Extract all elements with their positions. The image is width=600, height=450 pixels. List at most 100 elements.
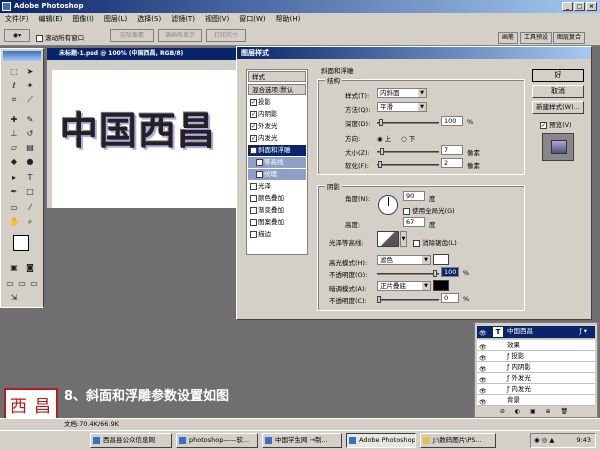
shadow-mode-select[interactable]: 正片叠底 ▼ xyxy=(377,281,431,291)
style-item-pattern-overlay[interactable]: 图案叠加 xyxy=(248,217,306,228)
print-size-button[interactable]: 打印尺寸 xyxy=(206,29,246,42)
checkbox[interactable] xyxy=(256,171,263,178)
checkbox[interactable]: ✓ xyxy=(250,135,257,142)
size-slider[interactable] xyxy=(377,148,439,155)
layer-row-background[interactable]: 👁 背景 xyxy=(477,395,595,406)
taskbar-item[interactable]: 西昌县公众信息网 xyxy=(90,433,172,448)
checkbox[interactable] xyxy=(250,219,257,226)
maximize-button[interactable]: □ xyxy=(574,2,585,11)
actual-pixels-button[interactable]: 实际像素 xyxy=(110,29,154,42)
menu-filter[interactable]: 滤镜(T) xyxy=(166,13,200,26)
fit-screen-button[interactable]: 满画布显示 xyxy=(158,29,202,42)
screen-mode-2-icon[interactable]: ▭ xyxy=(17,279,27,289)
effects-fx-icon[interactable]: ƒ ▾ xyxy=(579,326,587,337)
styles-header[interactable]: 样式 xyxy=(248,71,306,82)
style-item-stroke[interactable]: 描边 xyxy=(248,229,306,240)
checkbox[interactable]: ✓ xyxy=(250,111,257,118)
depth-input[interactable]: 100 xyxy=(441,116,463,126)
technique-select[interactable]: 平滑 ▼ xyxy=(377,102,427,112)
layer-effect-item[interactable]: 👁 ƒ 投影 xyxy=(477,351,595,362)
gradient-tool-icon[interactable]: ▤ xyxy=(25,143,35,153)
history-brush-icon[interactable]: ↺ xyxy=(25,129,35,139)
soften-input[interactable]: 2 xyxy=(441,158,463,168)
menu-image[interactable]: 图像(I) xyxy=(67,13,99,26)
size-input[interactable]: 7 xyxy=(441,145,463,155)
bevel-style-select[interactable]: 内斜面 ▼ xyxy=(377,88,427,98)
palette-tab-brushes[interactable]: 画笔 xyxy=(498,32,519,44)
foreground-color-swatch[interactable] xyxy=(13,235,29,251)
jump-to-imageready-icon[interactable]: ⇲ xyxy=(9,293,19,303)
menu-view[interactable]: 视图(V) xyxy=(200,13,234,26)
dodge-tool-icon[interactable]: ● xyxy=(25,157,35,167)
style-item-outer-glow[interactable]: ✓ 外发光 xyxy=(248,121,306,132)
healing-brush-icon[interactable]: ✚ xyxy=(9,115,19,125)
path-selection-icon[interactable]: ▸ xyxy=(9,173,19,183)
layers-bottom-toolbar[interactable]: ⊘ ◐ ▣ ⊕ 🗑 xyxy=(477,407,595,417)
checkbox[interactable]: ✓ xyxy=(250,147,257,154)
eraser-tool-icon[interactable]: ▱ xyxy=(9,143,19,153)
eye-icon[interactable]: 👁 xyxy=(479,328,487,339)
layer-effect-item[interactable]: 👁 ƒ 内发光 xyxy=(477,384,595,395)
depth-slider-thumb[interactable] xyxy=(379,119,383,126)
magic-wand-tool-icon[interactable]: ✦ xyxy=(25,81,35,91)
checkbox[interactable] xyxy=(250,231,257,238)
highlight-opacity-input[interactable]: 100 xyxy=(441,267,459,277)
taskbar-item[interactable]: photoshop——软... xyxy=(176,433,258,448)
use-global-light-checkbox[interactable]: 使用全局光(G) xyxy=(403,205,455,215)
zoom-tool-icon[interactable]: ⌕ xyxy=(25,217,35,227)
new-style-button[interactable]: 新建样式(W)... xyxy=(532,101,584,114)
style-item-satin[interactable]: 光泽 xyxy=(248,181,306,192)
checkbox[interactable] xyxy=(256,159,263,166)
shadow-color-swatch[interactable] xyxy=(433,280,449,291)
checkbox[interactable] xyxy=(250,195,257,202)
cancel-button[interactable]: 取消 xyxy=(532,85,584,98)
direction-up-radio[interactable]: ◉ 上 xyxy=(377,133,391,143)
direction-down-radio[interactable]: ○ 下 xyxy=(401,133,415,143)
tray-icons[interactable]: ◉◎▲ xyxy=(531,434,556,447)
palette-tab-tool-presets[interactable]: 工具预设 xyxy=(520,32,553,44)
type-tool-icon[interactable]: T xyxy=(25,173,35,183)
style-item-color-overlay[interactable]: 颜色叠加 xyxy=(248,193,306,204)
style-item-gradient-overlay[interactable]: 渐变叠加 xyxy=(248,205,306,216)
blur-tool-icon[interactable]: ◆ xyxy=(9,157,19,167)
checkbox[interactable]: ✓ xyxy=(250,123,257,130)
close-button[interactable]: × xyxy=(586,2,597,11)
style-item-drop-shadow[interactable]: ✓ 投影 xyxy=(248,97,306,108)
highlight-opacity-slider[interactable] xyxy=(377,270,439,277)
lasso-tool-icon[interactable]: ℓ xyxy=(9,81,19,91)
style-item-bevel-emboss[interactable]: ✓ 斜面和浮雕 xyxy=(248,145,306,156)
minimize-button[interactable]: _ xyxy=(562,2,573,11)
altitude-input[interactable]: 67 xyxy=(403,217,425,227)
brush-tool-icon[interactable]: ✎ xyxy=(25,115,35,125)
gloss-contour-dropdown[interactable]: ▼ xyxy=(400,231,407,247)
style-item-texture[interactable]: 纹理 xyxy=(248,169,306,180)
tool-preset-picker[interactable]: ◉▾ xyxy=(4,29,30,42)
marquee-tool-icon[interactable]: ⬚ xyxy=(9,67,19,77)
layer-effect-item[interactable]: 👁 ƒ 内阴影 xyxy=(477,362,595,373)
shadow-opacity-thumb[interactable] xyxy=(377,296,381,303)
move-tool-icon[interactable]: ➤ xyxy=(25,67,35,77)
notes-tool-icon[interactable]: ▭ xyxy=(9,203,19,213)
style-item-contour[interactable]: 等高线 xyxy=(248,157,306,168)
style-item-inner-shadow[interactable]: ✓ 内阴影 xyxy=(248,109,306,120)
menu-window[interactable]: 窗口(W) xyxy=(234,13,270,26)
highlight-mode-select[interactable]: 滤色 ▼ xyxy=(377,255,431,265)
shadow-opacity-input[interactable]: 0 xyxy=(441,293,459,303)
quick-mask-icon[interactable]: ◙ xyxy=(25,263,35,273)
menu-edit[interactable]: 编辑(E) xyxy=(34,13,68,26)
size-slider-thumb[interactable] xyxy=(380,148,384,155)
document-canvas[interactable]: 中国西昌 xyxy=(52,70,247,208)
taskbar-item[interactable]: 中国学生网 →制... xyxy=(262,433,342,448)
gloss-contour-preview[interactable] xyxy=(377,231,399,247)
screen-mode-3-icon[interactable]: ▭ xyxy=(29,279,39,289)
eyedropper-tool-icon[interactable]: ⁄ xyxy=(25,203,35,213)
taskbar-item[interactable]: J:\数码图片\PS... xyxy=(420,433,496,448)
ok-button[interactable]: 好 xyxy=(532,69,584,82)
checkbox[interactable] xyxy=(250,183,257,190)
preview-checkbox[interactable]: ✓ 预览(V) xyxy=(540,119,572,129)
layer-row-text[interactable]: 👁 T 中国西昌 ƒ ▾ xyxy=(477,326,595,339)
standard-mode-icon[interactable]: ▣ xyxy=(9,263,19,273)
highlight-opacity-thumb[interactable] xyxy=(433,270,437,277)
layer-effects-row[interactable]: 👁 效果 xyxy=(477,340,595,351)
soften-slider-thumb[interactable] xyxy=(378,161,382,168)
